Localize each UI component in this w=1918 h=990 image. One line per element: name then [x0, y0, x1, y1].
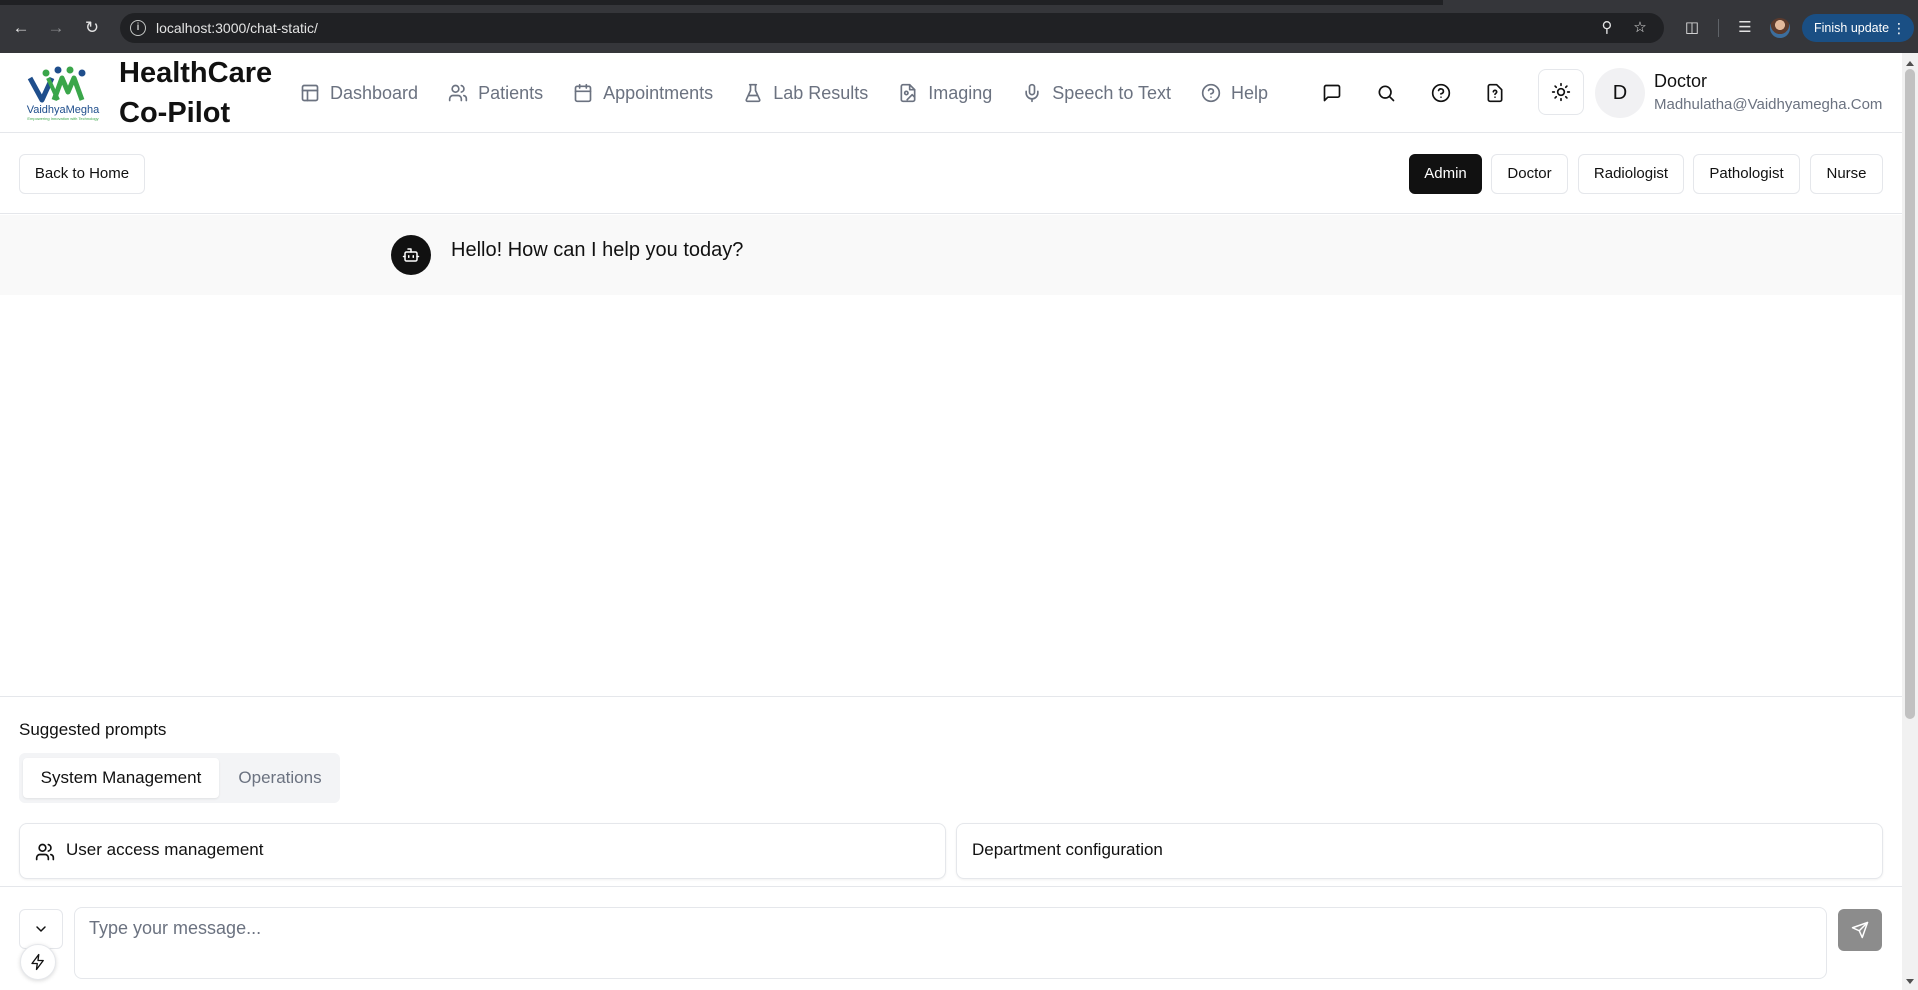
finish-update-button[interactable]: Finish update ⋮	[1802, 14, 1914, 42]
nav-speech-to-text[interactable]: Speech to Text	[1022, 77, 1171, 109]
calendar-icon	[574, 83, 592, 103]
prompt-card-department-config[interactable]: Department configuration	[956, 823, 1883, 879]
back-arrow-icon[interactable]: ←	[9, 16, 33, 40]
nav-help[interactable]: Help	[1201, 77, 1268, 109]
user-email: Madhulatha@Vaidhyamegha.Com	[1654, 96, 1883, 113]
extensions-icon[interactable]: ◫	[1680, 16, 1704, 40]
bookmark-star-icon[interactable]: ☆	[1630, 18, 1650, 38]
back-to-home-button[interactable]: Back to Home	[19, 154, 145, 194]
prompt-card-label: Department configuration	[972, 840, 1163, 859]
bot-icon	[402, 248, 420, 262]
layout-icon	[301, 84, 319, 102]
user-name: Doctor	[1654, 71, 1708, 91]
message-composer	[0, 886, 1902, 990]
role-admin-button[interactable]: Admin	[1409, 154, 1482, 194]
tab-strip	[0, 0, 1918, 5]
main-nav: Dashboard Patients Appointments Lab Resu…	[300, 77, 1298, 109]
chat-tool-button[interactable]	[1315, 76, 1349, 110]
message-square-icon	[1323, 84, 1341, 102]
help-circle-icon	[1431, 83, 1451, 103]
nav-imaging[interactable]: Imaging	[898, 77, 992, 109]
brand-line-1: HealthCare	[119, 57, 273, 89]
collapse-prompts-button[interactable]	[19, 909, 63, 949]
scrollbar-thumb[interactable]	[1905, 69, 1915, 719]
tab-system-management[interactable]: System Management	[23, 758, 219, 798]
nav-lab-results[interactable]: Lab Results	[743, 77, 868, 109]
users-icon	[35, 843, 55, 861]
help-button[interactable]	[1424, 76, 1458, 110]
file-question-icon	[1487, 83, 1503, 103]
logo-mark-icon: VaidhyaMegha Empowering Innovation with …	[27, 66, 100, 121]
bot-message-text: Hello! How can I help you today?	[451, 239, 744, 261]
browser-toolbar: ← → ↻ i localhost:3000/chat-static/ ⚲ ☆ …	[0, 0, 1918, 53]
media-control-icon[interactable]: ☰	[1733, 16, 1757, 40]
scroll-up-icon[interactable]	[1906, 61, 1914, 66]
prompt-card-user-access[interactable]: User access management	[19, 823, 946, 879]
forward-arrow-icon[interactable]: →	[44, 16, 68, 40]
nav-appointments[interactable]: Appointments	[573, 77, 713, 109]
bot-avatar	[391, 235, 431, 275]
sun-icon	[1551, 82, 1571, 102]
role-pathologist-button[interactable]: Pathologist	[1693, 154, 1800, 194]
nav-dashboard[interactable]: Dashboard	[300, 77, 418, 109]
search-icon	[1378, 85, 1395, 102]
suggested-prompts-title: Suggested prompts	[19, 720, 167, 739]
suggested-prompts: Suggested prompts System Management Oper…	[0, 696, 1902, 886]
prompt-card-label: User access management	[66, 840, 264, 859]
search-button[interactable]	[1369, 76, 1403, 110]
image-file-icon	[900, 83, 916, 103]
role-nurse-button[interactable]: Nurse	[1810, 154, 1883, 194]
profile-avatar-icon[interactable]	[1770, 18, 1790, 38]
reload-icon[interactable]: ↻	[80, 16, 104, 40]
site-info-icon[interactable]: i	[130, 20, 146, 36]
message-input[interactable]	[74, 907, 1827, 979]
prompt-tabs: System Management Operations	[19, 753, 340, 803]
users-icon	[448, 84, 468, 102]
send-icon	[1851, 921, 1869, 939]
scroll-down-icon[interactable]	[1906, 979, 1914, 984]
role-bar: Back to Home Admin Doctor Radiologist Pa…	[0, 134, 1902, 214]
theme-toggle-button[interactable]	[1538, 69, 1584, 115]
vaidhyamegha-logo[interactable]: VaidhyaMegha Empowering Innovation with …	[18, 64, 108, 122]
nav-patients[interactable]: Patients	[448, 77, 543, 109]
user-avatar[interactable]: D	[1595, 68, 1645, 118]
flask-icon	[745, 83, 761, 103]
zap-icon	[31, 953, 44, 971]
page-scrollbar[interactable]	[1902, 53, 1918, 990]
more-vertical-icon: ⋮	[1892, 20, 1906, 36]
mic-icon	[1025, 83, 1039, 103]
url-text: localhost:3000/chat-static/	[156, 20, 318, 36]
svg-text:VaidhyaMegha: VaidhyaMegha	[27, 104, 100, 116]
svg-text:Empowering Innovation with Tec: Empowering Innovation with Technology	[27, 116, 98, 121]
file-question-button[interactable]	[1478, 76, 1512, 110]
tab-operations[interactable]: Operations	[226, 758, 334, 798]
quick-actions-button[interactable]	[20, 944, 56, 980]
chevron-down-icon	[36, 926, 46, 932]
role-radiologist-button[interactable]: Radiologist	[1578, 154, 1684, 194]
brand-line-2: Co-Pilot	[119, 97, 231, 129]
brand-title[interactable]: HealthCare Co-Pilot	[119, 53, 272, 133]
app-header: VaidhyaMegha Empowering Innovation with …	[0, 53, 1902, 133]
send-button[interactable]	[1838, 909, 1882, 951]
role-doctor-button[interactable]: Doctor	[1491, 154, 1568, 194]
finish-update-label: Finish update	[1814, 21, 1890, 35]
zoom-icon[interactable]: ⚲	[1597, 18, 1617, 38]
help-circle-icon	[1201, 83, 1221, 103]
address-bar[interactable]: i localhost:3000/chat-static/ ⚲ ☆	[120, 13, 1664, 43]
bot-message-row: Hello! How can I help you today?	[0, 215, 1902, 295]
